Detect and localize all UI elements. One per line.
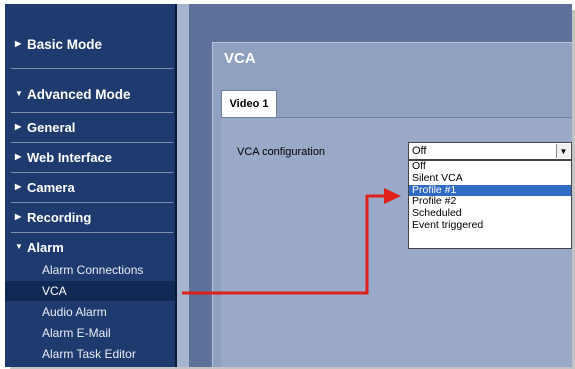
triangle-down-icon: ▼ bbox=[15, 242, 23, 251]
app-window: ▶ Basic Mode ▼ Advanced Mode ▶ General ▶… bbox=[5, 4, 572, 367]
sidebar-item-label: Camera bbox=[27, 179, 75, 195]
sidebar-item-recording[interactable]: ▶ Recording bbox=[5, 206, 175, 228]
sidebar-divider bbox=[11, 172, 173, 173]
sidebar-subitem-alarm-email[interactable]: Alarm E-Mail bbox=[5, 323, 175, 343]
tab-panel: VCA configuration Off ▼ Off Silent VCA P… bbox=[221, 117, 572, 367]
sidebar-subitem-vca[interactable]: VCA bbox=[5, 281, 175, 301]
sidebar-nav: ▶ Basic Mode ▼ Advanced Mode ▶ General ▶… bbox=[5, 4, 175, 367]
sidebar-item-label: Web Interface bbox=[27, 149, 113, 165]
triangle-right-icon: ▶ bbox=[15, 182, 22, 191]
sidebar-subitem-label: Audio Alarm bbox=[42, 305, 107, 319]
vca-configuration-select[interactable]: Off ▼ bbox=[408, 142, 572, 160]
sidebar-item-label: Alarm bbox=[27, 239, 64, 255]
sidebar-item-label: General bbox=[27, 119, 76, 135]
triangle-right-icon: ▶ bbox=[15, 212, 22, 221]
sidebar-subitem-alarm-task-editor[interactable]: Alarm Task Editor bbox=[5, 344, 175, 364]
main-content: VCA Video 1 VCA configuration Off ▼ Off … bbox=[189, 4, 572, 367]
sidebar-item-web-interface[interactable]: ▶ Web Interface bbox=[5, 146, 175, 168]
sidebar-item-alarm[interactable]: ▼ Alarm bbox=[5, 236, 175, 258]
chevron-down-icon[interactable]: ▼ bbox=[556, 144, 570, 158]
option-event-triggered[interactable]: Event triggered bbox=[409, 219, 571, 232]
page-title: VCA bbox=[224, 50, 256, 67]
triangle-right-icon: ▶ bbox=[15, 122, 22, 131]
triangle-right-icon: ▶ bbox=[15, 152, 22, 161]
sidebar-item-label: Advanced Mode bbox=[27, 86, 131, 102]
tab-video-1[interactable]: Video 1 bbox=[221, 90, 277, 117]
sidebar-item-camera[interactable]: ▶ Camera bbox=[5, 176, 175, 198]
sidebar-subitem-label: Alarm Connections bbox=[42, 263, 144, 277]
sidebar-item-label: Recording bbox=[27, 209, 92, 225]
sidebar-divider bbox=[11, 68, 173, 69]
tab-label: Video 1 bbox=[229, 98, 269, 110]
sidebar-divider bbox=[11, 202, 173, 203]
sidebar-divider bbox=[11, 232, 173, 233]
vca-configuration-label: VCA configuration bbox=[237, 146, 326, 158]
sidebar-divider bbox=[11, 112, 173, 113]
option-silent-vca[interactable]: Silent VCA bbox=[409, 172, 571, 185]
select-current-value: Off bbox=[412, 145, 427, 157]
sidebar-item-basic-mode[interactable]: ▶ Basic Mode bbox=[5, 33, 175, 55]
sidebar-subitem-label: VCA bbox=[42, 284, 67, 298]
sidebar-item-general[interactable]: ▶ General bbox=[5, 116, 175, 138]
sidebar-subitem-label: Alarm Task Editor bbox=[42, 347, 136, 361]
sidebar-resize-strip bbox=[177, 4, 189, 367]
sidebar-divider bbox=[11, 142, 173, 143]
sidebar-subitem-label: Alarm E-Mail bbox=[42, 326, 111, 340]
sidebar-subitem-alarm-connections[interactable]: Alarm Connections bbox=[5, 260, 175, 280]
sidebar-item-advanced-mode[interactable]: ▼ Advanced Mode bbox=[5, 83, 175, 105]
vca-configuration-dropdown: Off Silent VCA Profile #1 Profile #2 Sch… bbox=[408, 160, 572, 249]
sidebar-subitem-audio-alarm[interactable]: Audio Alarm bbox=[5, 302, 175, 322]
page-panel: VCA Video 1 VCA configuration Off ▼ Off … bbox=[212, 42, 572, 367]
sidebar-item-label: Basic Mode bbox=[27, 36, 103, 52]
triangle-right-icon: ▶ bbox=[15, 39, 22, 48]
triangle-down-icon: ▼ bbox=[15, 89, 23, 98]
